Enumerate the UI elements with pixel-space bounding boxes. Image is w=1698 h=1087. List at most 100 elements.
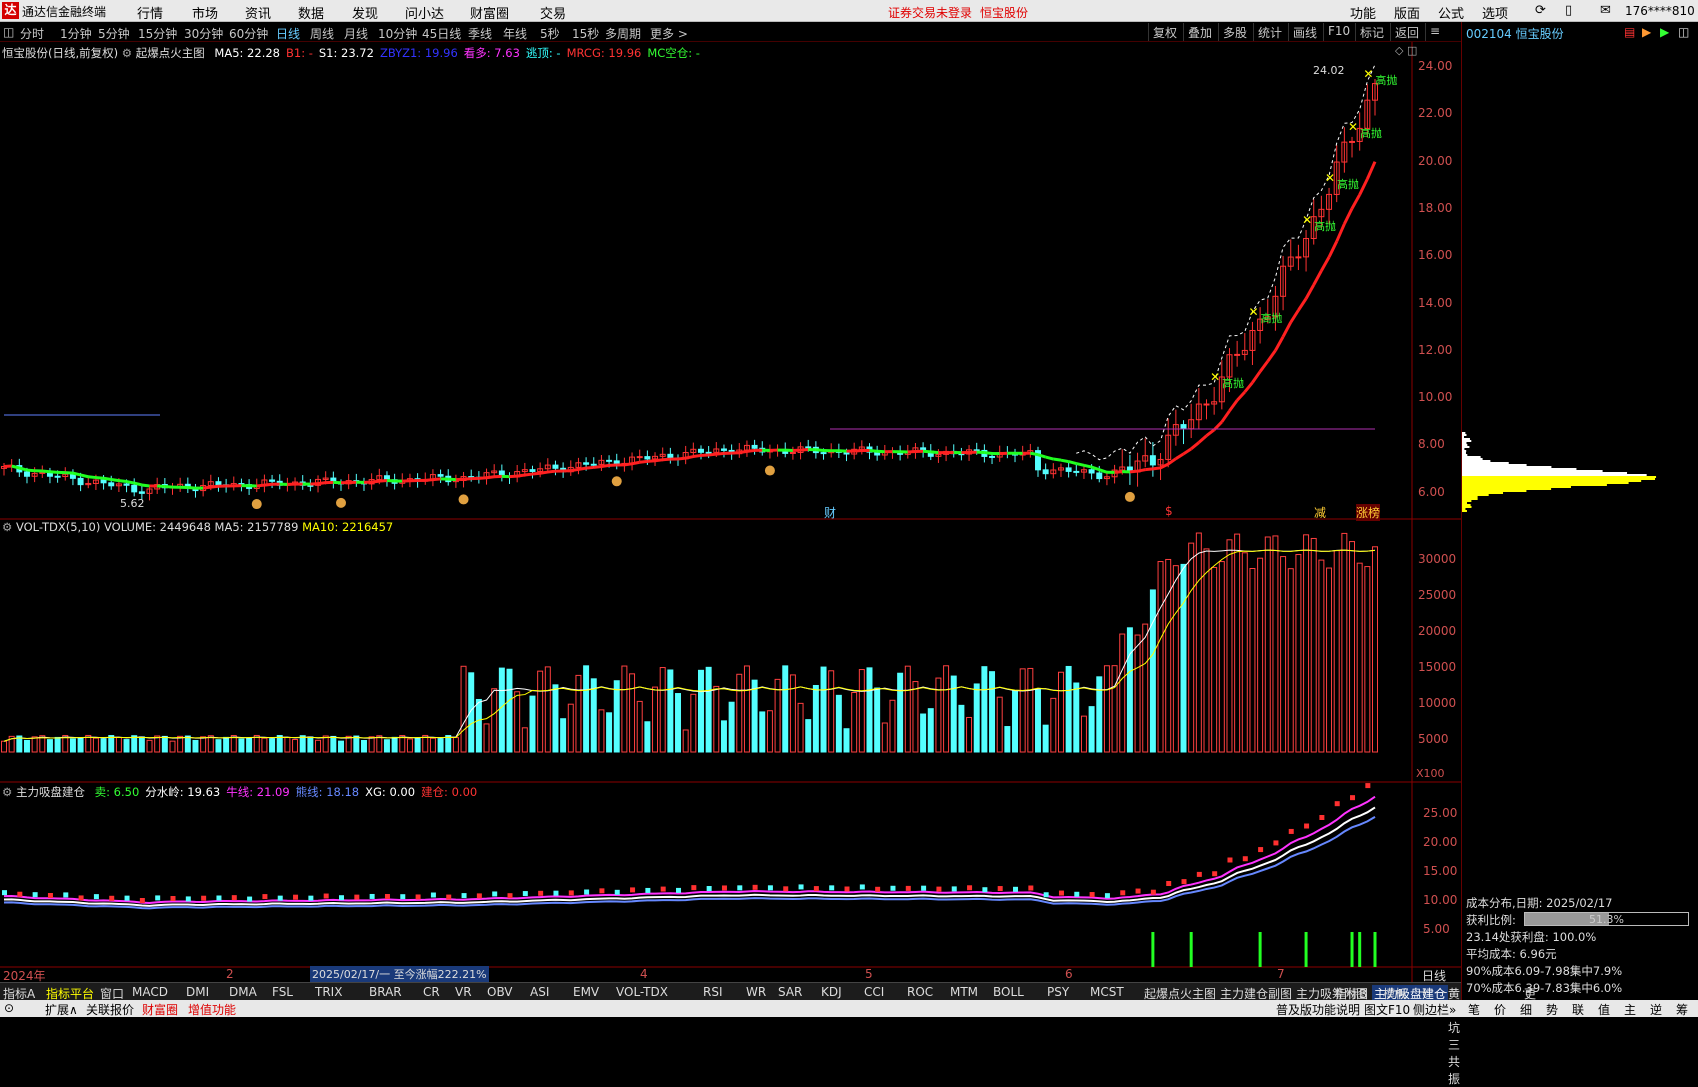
period-5min[interactable]: 5分钟 (98, 25, 130, 42)
btn-diejia[interactable]: 叠加 (1183, 23, 1216, 41)
stock-code-name[interactable]: 002104 恒宝股份 (1466, 25, 1564, 42)
btn-biaoji[interactable]: 标记 (1355, 23, 1388, 41)
tab-4[interactable]: DMI (186, 985, 209, 999)
side-tab-6[interactable]: 主 (1624, 1001, 1636, 1018)
tab-13[interactable]: EMV (573, 985, 599, 999)
tab-15[interactable]: RSI (703, 985, 723, 999)
status-help[interactable]: 普及版功能说明 (1276, 1001, 1360, 1018)
toggle-icon[interactable]: ⊙ (4, 1001, 14, 1015)
flag-icon[interactable]: ▶ (1642, 25, 1651, 39)
mail-icon[interactable]: ✉ (1600, 3, 1611, 18)
period-1min[interactable]: 1分钟 (60, 25, 92, 42)
period-30min[interactable]: 30分钟 (184, 25, 223, 42)
gear-icon[interactable]: ⚙ (2, 785, 12, 799)
btn-tongji[interactable]: 统计 (1253, 23, 1286, 41)
event-mark-zhangbang[interactable]: 涨榜 (1356, 504, 1380, 521)
status-related[interactable]: 关联报价 (86, 1001, 134, 1018)
period-daily[interactable]: 日线 (276, 25, 300, 42)
side-tab-4[interactable]: 联 (1572, 1001, 1584, 1018)
collapse-icon[interactable]: ◇ ◫ (1395, 44, 1417, 57)
gear-icon[interactable]: ⚙ (122, 46, 132, 60)
main-indicator-name[interactable]: 起爆点火主图 (136, 46, 205, 60)
tab-18[interactable]: KDJ (821, 985, 842, 999)
period-15sec[interactable]: 15秒 (572, 25, 599, 42)
btn-huaxian[interactable]: 画线 (1288, 23, 1321, 41)
sub-indicator-name[interactable]: 主力吸盘建仓 (16, 785, 85, 799)
status-expand[interactable]: 扩展∧ (45, 1001, 78, 1018)
menu-data[interactable]: 数据 (298, 3, 324, 22)
period-monthly[interactable]: 月线 (344, 25, 368, 42)
event-mark-cai[interactable]: 财 (824, 504, 836, 521)
period-10min[interactable]: 10分钟 (378, 25, 417, 42)
tab-3[interactable]: MACD (132, 985, 168, 999)
tab-8[interactable]: BRAR (369, 985, 402, 999)
side-tab-5[interactable]: 值 (1598, 1001, 1610, 1018)
menu-formula[interactable]: 公式 (1438, 3, 1464, 22)
menu-news[interactable]: 资讯 (245, 3, 271, 22)
stock-label[interactable]: 恒宝股份(日线,前复权) (2, 46, 118, 60)
btn-f10[interactable]: F10 (1323, 23, 1354, 41)
tab-16[interactable]: WR (746, 985, 766, 999)
tab-14[interactable]: VOL-TDX (616, 985, 668, 999)
period-5sec[interactable]: 5秒 (540, 25, 560, 42)
side-tab-0[interactable]: 笔 (1468, 1001, 1480, 1018)
gear-icon[interactable]: ⚙ (2, 520, 12, 534)
tab-right-2[interactable]: + (1419, 985, 1429, 999)
chart-type-icon[interactable]: ▤ (1624, 25, 1635, 39)
tab-17[interactable]: SAR (778, 985, 802, 999)
period-60min[interactable]: 60分钟 (229, 25, 268, 42)
side-tab-8[interactable]: 筹 (1676, 1001, 1688, 1018)
side-tab-1[interactable]: 价 (1494, 1001, 1506, 1018)
menu-options[interactable]: 选项 (1482, 3, 1508, 22)
tab-21[interactable]: MTM (950, 985, 978, 999)
event-mark-jian[interactable]: 减 (1314, 504, 1326, 521)
period-multi[interactable]: 多周期 (605, 25, 641, 42)
tab-9[interactable]: CR (423, 985, 440, 999)
period-15min[interactable]: 15分钟 (138, 25, 177, 42)
tab-10[interactable]: VR (455, 985, 472, 999)
tab-20[interactable]: ROC (907, 985, 933, 999)
menu-discover[interactable]: 发现 (352, 3, 378, 22)
tab-23[interactable]: PSY (1047, 985, 1069, 999)
tab-12[interactable]: ASI (530, 985, 549, 999)
menu-icon[interactable]: ≡ (1425, 23, 1444, 41)
toolbar-toggle-icon[interactable]: ◫ (3, 25, 14, 39)
play-icon[interactable]: ▶ (1660, 25, 1669, 39)
status-sidebar[interactable]: 侧边栏» (1413, 1001, 1456, 1018)
side-tab-3[interactable]: 势 (1546, 1001, 1558, 1018)
side-tab-2[interactable]: 细 (1520, 1001, 1532, 1018)
btn-fanhui[interactable]: 返回 (1390, 23, 1423, 41)
status-addon[interactable]: 增值功能 (188, 1001, 236, 1018)
login-notice[interactable]: 证券交易未登录 (888, 4, 972, 21)
period-year[interactable]: 年线 (503, 25, 527, 42)
menu-layout[interactable]: 版面 (1394, 3, 1420, 22)
period-quarter[interactable]: 季线 (468, 25, 492, 42)
kline-chart[interactable]: ✕高抛✕高抛✕高抛✕高抛✕高抛✕高抛 (0, 42, 1461, 982)
menu-wenxiaoda[interactable]: 问小达 (405, 3, 444, 22)
btn-duogu[interactable]: 多股 (1218, 23, 1251, 41)
period-45day[interactable]: 45日线 (422, 25, 461, 42)
menu-function[interactable]: 功能 (1350, 3, 1376, 22)
tab-5[interactable]: DMA (229, 985, 257, 999)
period-more[interactable]: 更多 > (650, 25, 688, 42)
notice-stock[interactable]: 恒宝股份 (980, 4, 1028, 21)
tab-6[interactable]: FSL (272, 985, 293, 999)
volume-indicator-name[interactable]: VOL-TDX(5,10) (16, 520, 100, 534)
user-account[interactable]: 176****810 (1625, 4, 1695, 18)
btn-fuquan[interactable]: 复权 (1148, 23, 1181, 41)
menu-market[interactable]: 行情 (137, 3, 163, 22)
status-caifuquan[interactable]: 财富圈 (142, 1001, 178, 1018)
tab-11[interactable]: OBV (487, 985, 513, 999)
tab-7[interactable]: TRIX (315, 985, 342, 999)
menu-shichang[interactable]: 市场 (192, 3, 218, 22)
refresh-icon[interactable]: ⟳ (1535, 3, 1546, 18)
period-weekly[interactable]: 周线 (310, 25, 334, 42)
menu-trade[interactable]: 交易 (540, 3, 566, 22)
menu-caifuquan[interactable]: 财富圈 (470, 3, 509, 22)
tab-22[interactable]: BOLL (993, 985, 1024, 999)
period-fenshi[interactable]: 分时 (20, 25, 44, 42)
status-f10[interactable]: 图文F10 (1364, 1001, 1410, 1018)
side-tab-7[interactable]: 逆 (1650, 1001, 1662, 1018)
window-icon[interactable]: ◫ (1678, 25, 1689, 39)
tab-24[interactable]: MCST (1090, 985, 1124, 999)
